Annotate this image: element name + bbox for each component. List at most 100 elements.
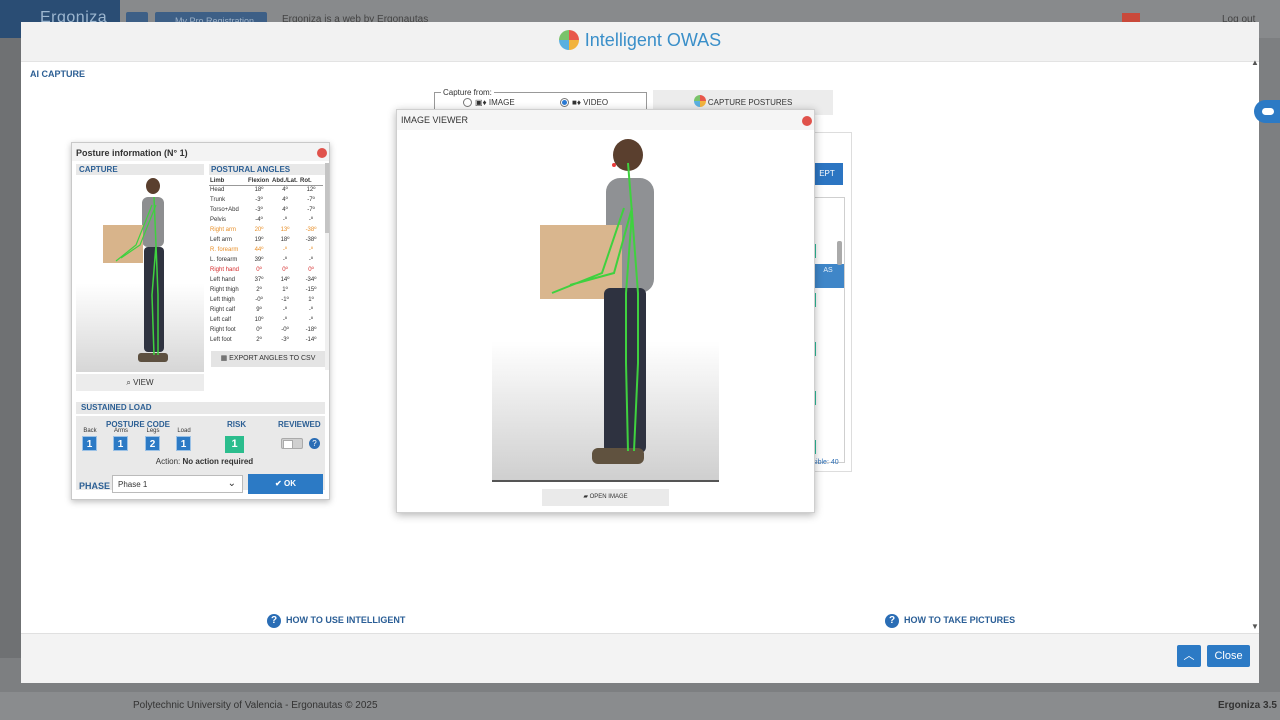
sidebar — [0, 38, 21, 658]
angles-scroll-thumb[interactable] — [325, 163, 329, 233]
code-legs[interactable]: 2 — [145, 436, 160, 451]
table-cell: 4º — [282, 197, 288, 203]
image-option-label: IMAGE — [488, 98, 515, 107]
table-cell: -7º — [307, 197, 315, 203]
column-header: Limb — [209, 177, 247, 186]
footer-copyright: Polytechnic University of Valencia - Erg… — [133, 700, 378, 711]
table-cell: -º — [308, 257, 314, 263]
table-cell: 18º — [280, 237, 290, 243]
list-scrollbar[interactable] — [836, 231, 843, 461]
code-label-load: Load — [177, 428, 191, 434]
scroll-down-icon[interactable]: ▼ — [1251, 622, 1259, 631]
posture-info-window: Posture information (N° 1) CAPTURE ⌕ VIE… — [71, 142, 330, 500]
postural-angles-heading: POSTURAL ANGLES — [209, 164, 325, 175]
table-cell: -7º — [307, 207, 315, 213]
how-to-take-pictures-label: HOW TO TAKE PICTURES — [904, 615, 1016, 625]
table-cell: -º — [282, 307, 288, 313]
results-panel: EPT AS isible: 40 — [811, 132, 852, 472]
capture-heading: CAPTURE — [76, 164, 204, 175]
table-cell: 20º — [254, 227, 264, 233]
table-cell: L. forearm — [210, 257, 238, 263]
table-cell: 0º — [256, 327, 262, 333]
brain-icon — [558, 30, 579, 50]
table-cell: -º — [282, 317, 288, 323]
table-cell: -º — [308, 307, 314, 313]
table-cell: -18º — [305, 327, 317, 333]
table-cell: 39º — [254, 257, 264, 263]
table-cell: 13º — [280, 227, 290, 233]
intelligent-owas-modal: Intelligent OWAS AI CAPTURE ▲ ▼ Capture … — [21, 22, 1259, 683]
table-cell: -38º — [305, 237, 317, 243]
table-cell: 1º — [282, 287, 288, 293]
table-cell: -3º — [255, 197, 263, 203]
modal-scrollbar[interactable]: ▲ ▼ — [1250, 58, 1259, 633]
table-cell: -38º — [305, 227, 317, 233]
table-cell: -15º — [305, 287, 317, 293]
code-back[interactable]: 1 — [82, 436, 97, 451]
risk-badge: 1 — [225, 436, 244, 453]
table-row: Left hand 37º 14º -34º — [209, 275, 323, 285]
table-cell: 4º — [282, 207, 288, 213]
accept-button[interactable]: EPT — [811, 163, 843, 185]
table-cell: Right arm — [210, 227, 237, 233]
image-radio[interactable] — [463, 98, 472, 107]
table-row: Right arm 20º 13º -38º — [209, 225, 323, 235]
table-cell: Trunk — [210, 197, 226, 203]
close-icon[interactable] — [317, 148, 327, 158]
how-to-take-pictures-link[interactable]: ? HOW TO TAKE PICTURES — [885, 614, 1015, 628]
code-arms[interactable]: 1 — [113, 436, 128, 451]
table-cell: -º — [282, 217, 288, 223]
reviewed-toggle[interactable] — [281, 438, 303, 449]
code-load[interactable]: 1 — [176, 436, 191, 451]
side-toggle-button[interactable] — [1254, 100, 1280, 123]
table-cell: 18º — [254, 187, 264, 194]
table-cell: 2º — [256, 287, 262, 293]
close-button[interactable]: Close — [1207, 645, 1250, 667]
phase-select[interactable]: Phase 1 ⌄ — [112, 475, 243, 493]
table-cell: 44º — [254, 247, 264, 253]
open-image-button[interactable]: ▰ OPEN IMAGE — [542, 489, 669, 506]
export-label: EXPORT ANGLES TO CSV — [229, 355, 316, 362]
ok-button[interactable]: ✔ OK — [248, 474, 323, 494]
table-cell: Left foot — [210, 337, 232, 343]
close-icon[interactable] — [802, 116, 812, 126]
section-title: AI CAPTURE — [30, 69, 86, 79]
footer-version: Ergoniza 3.5 — [1218, 700, 1277, 711]
capture-thumbnail — [76, 175, 204, 372]
table-cell: -º — [308, 247, 314, 253]
table-cell: -0º — [281, 327, 289, 333]
table-cell: 10º — [254, 317, 264, 323]
angles-scrollbar[interactable] — [325, 163, 329, 370]
open-image-label: OPEN IMAGE — [589, 494, 628, 500]
table-cell: Right calf — [210, 307, 236, 313]
folder-icon: ▰ — [583, 494, 588, 500]
table-cell: Right foot — [210, 327, 236, 333]
how-to-use-link[interactable]: ? HOW TO USE INTELLIGENT — [267, 614, 405, 628]
table-cell: -º — [308, 217, 314, 223]
visible-count: isible: 40 — [811, 459, 839, 466]
table-header-row: Limb Flexion Abd./Lat. Rot. — [209, 177, 323, 186]
table-cell: 0º — [308, 267, 314, 273]
capture-postures-label: CAPTURE POSTURES — [707, 98, 793, 107]
reviewed-heading: REVIEWED — [278, 420, 321, 429]
video-radio[interactable] — [560, 98, 569, 107]
image-camera-icon: ▣♦ — [475, 98, 487, 107]
view-button[interactable]: ⌕ VIEW — [76, 374, 204, 391]
scroll-up-icon[interactable]: ▲ — [1251, 58, 1259, 67]
list-scroll-thumb[interactable] — [837, 241, 842, 265]
chevron-down-icon: ⌄ — [227, 478, 236, 489]
question-icon: ? — [267, 614, 281, 628]
action-prefix: Action: — [155, 457, 181, 466]
table-row: L. forearm 39º -º -º — [209, 255, 323, 265]
table-cell: 9º — [256, 307, 262, 313]
table-row: Right hand 0º 0º 0º — [209, 265, 323, 275]
table-cell: 1º — [308, 297, 314, 303]
question-icon: ? — [885, 614, 899, 628]
table-cell: -4º — [255, 217, 263, 223]
help-icon[interactable]: ? — [309, 438, 320, 449]
table-cell: 14º — [280, 277, 290, 283]
chevron-up-icon[interactable]: ︿ — [1177, 645, 1201, 667]
video-option-label: VIDEO — [583, 98, 609, 107]
code-label-arms: Arms — [114, 428, 128, 434]
export-csv-button[interactable]: ▦ EXPORT ANGLES TO CSV — [211, 351, 325, 367]
